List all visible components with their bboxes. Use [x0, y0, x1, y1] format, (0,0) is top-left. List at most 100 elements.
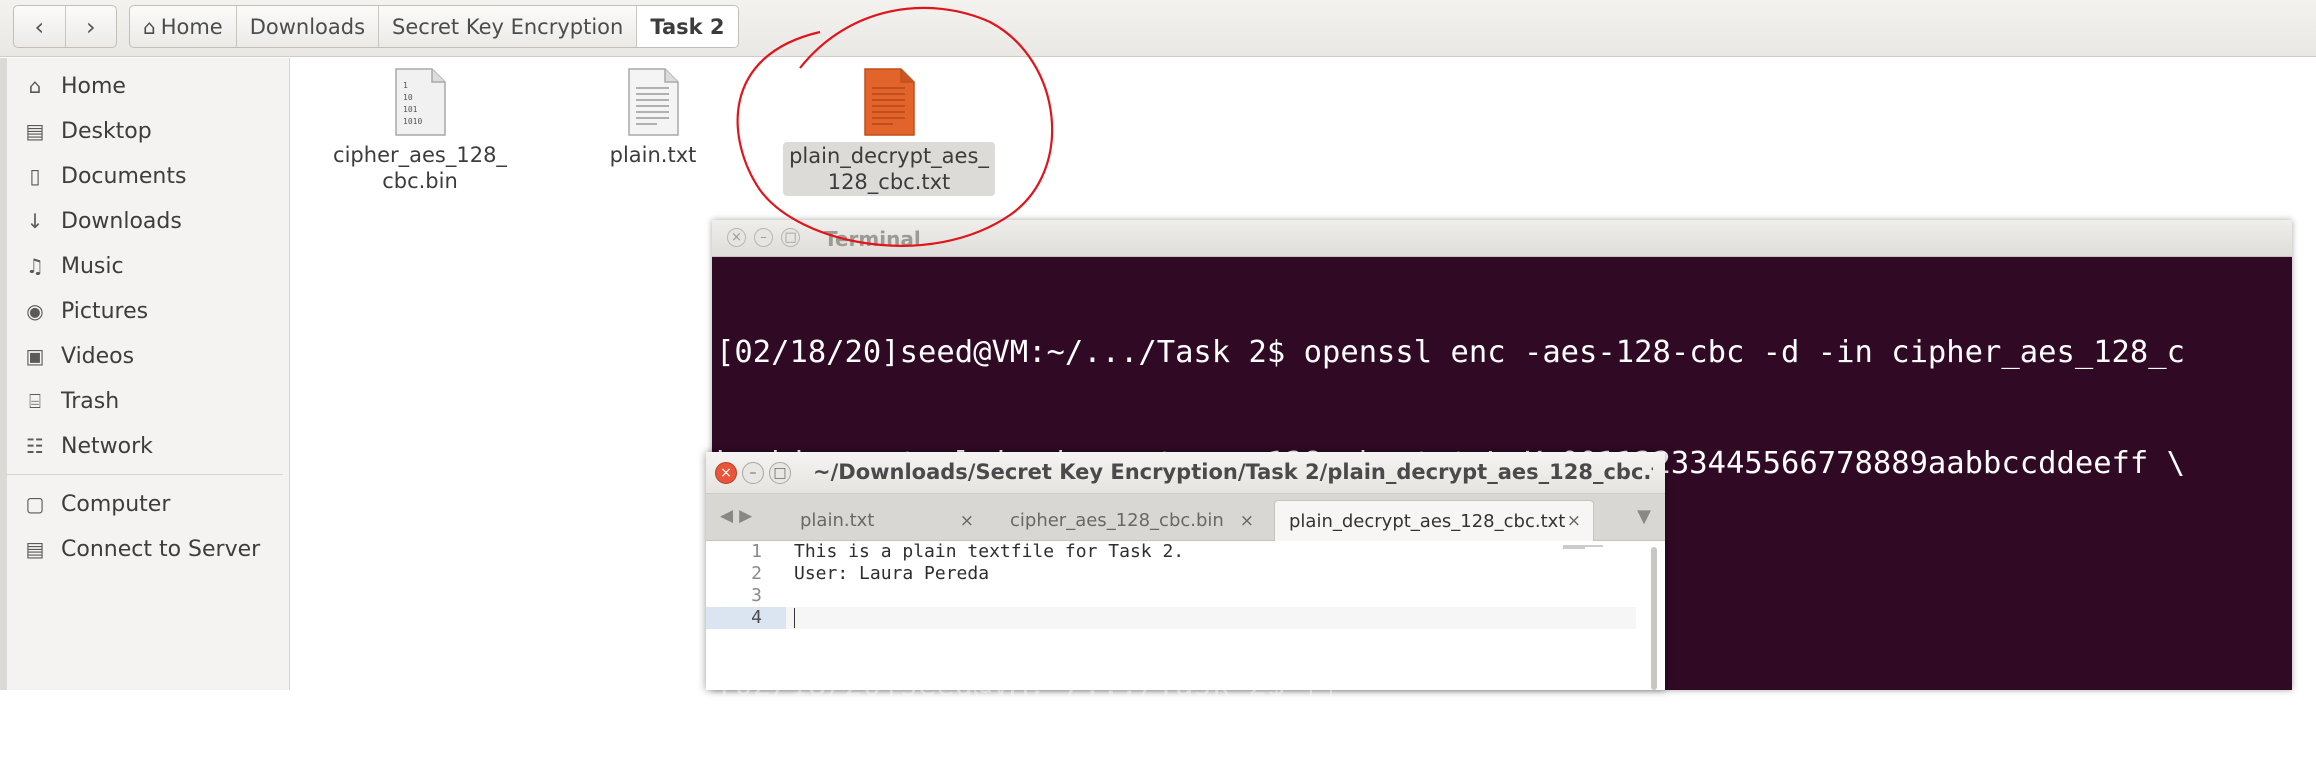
svg-text:10: 10 — [403, 93, 413, 102]
close-icon[interactable]: × — [960, 511, 974, 531]
tab-plain-txt[interactable]: plain.txt × — [786, 500, 986, 541]
binary-file-icon: 1 10 101 1010 — [394, 68, 446, 136]
back-button[interactable]: ‹ — [14, 6, 65, 47]
navigation-buttons: ‹ › — [13, 5, 117, 48]
file-label: plain.txt — [609, 143, 697, 167]
sidebar-item-videos[interactable]: ▣ Videos — [0, 336, 290, 376]
text-line: This is a plain textfile for Task 2. — [794, 541, 1185, 562]
triangle-left-icon: ◀ — [720, 506, 740, 526]
sidebar-divider — [7, 474, 283, 475]
close-icon[interactable]: × — [1240, 511, 1254, 531]
breadcrumb-secret-key-encryption[interactable]: Secret Key Encryption — [379, 6, 638, 47]
text-caret — [794, 608, 795, 628]
minimize-icon: – — [749, 465, 757, 481]
sidebar-item-documents[interactable]: ▯ Documents — [0, 156, 290, 196]
sidebar-item-label: Documents — [61, 163, 187, 189]
breadcrumb-home[interactable]: ⌂ Home — [130, 6, 237, 47]
download-icon: ↓ — [26, 209, 44, 233]
editor-tab-bar: ◀▶ plain.txt × cipher_aes_128_cbc.bin × … — [706, 494, 1665, 541]
triangle-right-icon: ▶ — [739, 506, 759, 526]
sidebar-item-label: Pictures — [61, 298, 149, 324]
text-line: User: Laura Pereda — [794, 563, 990, 584]
home-icon: ⌂ — [28, 74, 42, 98]
sidebar-item-downloads[interactable]: ↓ Downloads — [0, 201, 290, 241]
sidebar-item-label: Network — [61, 433, 153, 459]
sidebar-item-computer[interactable]: ▢ Computer — [0, 484, 290, 524]
terminal-titlebar[interactable]: × – □ Terminal — [712, 220, 2292, 257]
tab-scroll-arrows[interactable]: ◀▶ — [720, 506, 758, 526]
sidebar-item-home[interactable]: ⌂ Home — [0, 66, 290, 106]
triangle-down-icon: ▼ — [1637, 506, 1651, 527]
line-number: 1 — [751, 541, 762, 562]
text-file-icon — [863, 68, 915, 136]
chevron-left-icon: ‹ — [34, 12, 45, 41]
tab-label: plain.txt — [800, 510, 875, 531]
editor-title: ~/Downloads/Secret Key Encryption/Task 2… — [813, 460, 1653, 484]
editor-close-button[interactable]: × — [715, 462, 737, 484]
text-file-icon — [627, 68, 679, 136]
editor-titlebar[interactable]: × – □ ~/Downloads/Secret Key Encryption/… — [706, 452, 1665, 494]
home-icon: ⌂ — [143, 14, 156, 39]
forward-button[interactable]: › — [64, 6, 117, 47]
editor-maximize-button[interactable]: □ — [769, 462, 791, 484]
tab-plain-decrypt-aes-128-cbc-txt[interactable]: plain_decrypt_aes_128_cbc.txt × — [1274, 500, 1594, 541]
sidebar-item-label: Computer — [61, 491, 171, 517]
breadcrumb-label: Task 2 — [650, 14, 725, 39]
editor-minimize-button[interactable]: – — [742, 462, 764, 484]
minimap-preview[interactable] — [1563, 545, 1607, 551]
sidebar-item-label: Home — [61, 73, 126, 99]
terminal-minimize-button[interactable]: – — [754, 228, 773, 247]
sidebar-item-label: Videos — [61, 343, 135, 369]
file-plain-txt[interactable]: plain.txt — [553, 68, 753, 168]
sidebar-item-music[interactable]: ♫ Music — [0, 246, 290, 286]
breadcrumb-downloads[interactable]: Downloads — [237, 6, 380, 47]
text-editor-window[interactable]: × – □ ~/Downloads/Secret Key Encryption/… — [706, 452, 1665, 690]
places-sidebar: ⌂ Home ▤ Desktop ▯ Documents ↓ Downloads… — [0, 58, 290, 690]
vertical-scrollbar[interactable] — [1651, 547, 1657, 690]
sidebar-item-pictures[interactable]: ◉ Pictures — [0, 291, 290, 331]
computer-icon: ▢ — [25, 492, 45, 516]
window-edge — [0, 58, 7, 690]
tab-list-menu-button[interactable]: ▼ — [1637, 506, 1651, 527]
close-icon[interactable]: × — [1567, 511, 1581, 531]
terminal-line: [02/18/20]seed@VM:~/.../Task 2$ openssl … — [716, 335, 2186, 370]
sidebar-item-connect-to-server[interactable]: ▤ Connect to Server — [0, 529, 290, 569]
editor-text-area[interactable]: 1 2 3 4 This is a plain textfile for Tas… — [706, 541, 1665, 690]
document-icon: ▯ — [29, 164, 41, 188]
sidebar-item-trash[interactable]: ⌸ Trash — [0, 381, 290, 421]
file-label: cipher_aes_128_ cbc.bin — [333, 143, 507, 193]
maximize-icon: □ — [784, 230, 797, 245]
sidebar-item-label: Trash — [61, 388, 120, 414]
close-icon: × — [720, 465, 732, 481]
chevron-right-icon: › — [85, 12, 96, 41]
file-cipher-aes-128-cbc-bin[interactable]: 1 10 101 1010 cipher_aes_128_ cbc.bin — [320, 68, 520, 194]
camera-icon: ◉ — [26, 299, 44, 323]
sidebar-item-label: Downloads — [61, 208, 182, 234]
breadcrumb-label: Home — [160, 14, 223, 39]
network-icon: ☷ — [26, 434, 44, 458]
line-number-gutter: 1 2 3 4 — [706, 541, 786, 690]
server-icon: ▤ — [25, 537, 45, 561]
current-line-highlight — [786, 607, 1636, 629]
line-number: 3 — [751, 585, 762, 606]
sidebar-item-network[interactable]: ☷ Network — [0, 426, 290, 466]
maximize-icon: □ — [773, 465, 787, 481]
terminal-title: Terminal — [824, 227, 921, 251]
svg-text:1010: 1010 — [403, 117, 422, 126]
tab-label: plain_decrypt_aes_128_cbc.txt — [1289, 510, 1566, 532]
breadcrumb-task-2[interactable]: Task 2 — [637, 6, 738, 47]
sidebar-item-label: Connect to Server — [61, 536, 261, 562]
tab-cipher-aes-128-cbc-bin[interactable]: cipher_aes_128_cbc.bin × — [996, 500, 1266, 541]
breadcrumb-label: Downloads — [249, 14, 366, 39]
close-icon: × — [731, 230, 742, 245]
line-number-current: 4 — [706, 607, 786, 629]
terminal-close-button[interactable]: × — [727, 228, 746, 247]
breadcrumb: ⌂ Home Downloads Secret Key Encryption T… — [129, 5, 739, 48]
sidebar-item-label: Music — [61, 253, 124, 279]
svg-text:1: 1 — [403, 81, 408, 90]
sidebar-item-desktop[interactable]: ▤ Desktop — [0, 111, 290, 151]
music-icon: ♫ — [26, 254, 44, 278]
file-manager-toolbar: ‹ › ⌂ Home Downloads Secret Key Encrypti… — [0, 0, 2316, 57]
terminal-maximize-button[interactable]: □ — [781, 228, 800, 247]
file-plain-decrypt-aes-128-cbc-txt[interactable]: plain_decrypt_aes_ 128_cbc.txt — [783, 68, 995, 196]
